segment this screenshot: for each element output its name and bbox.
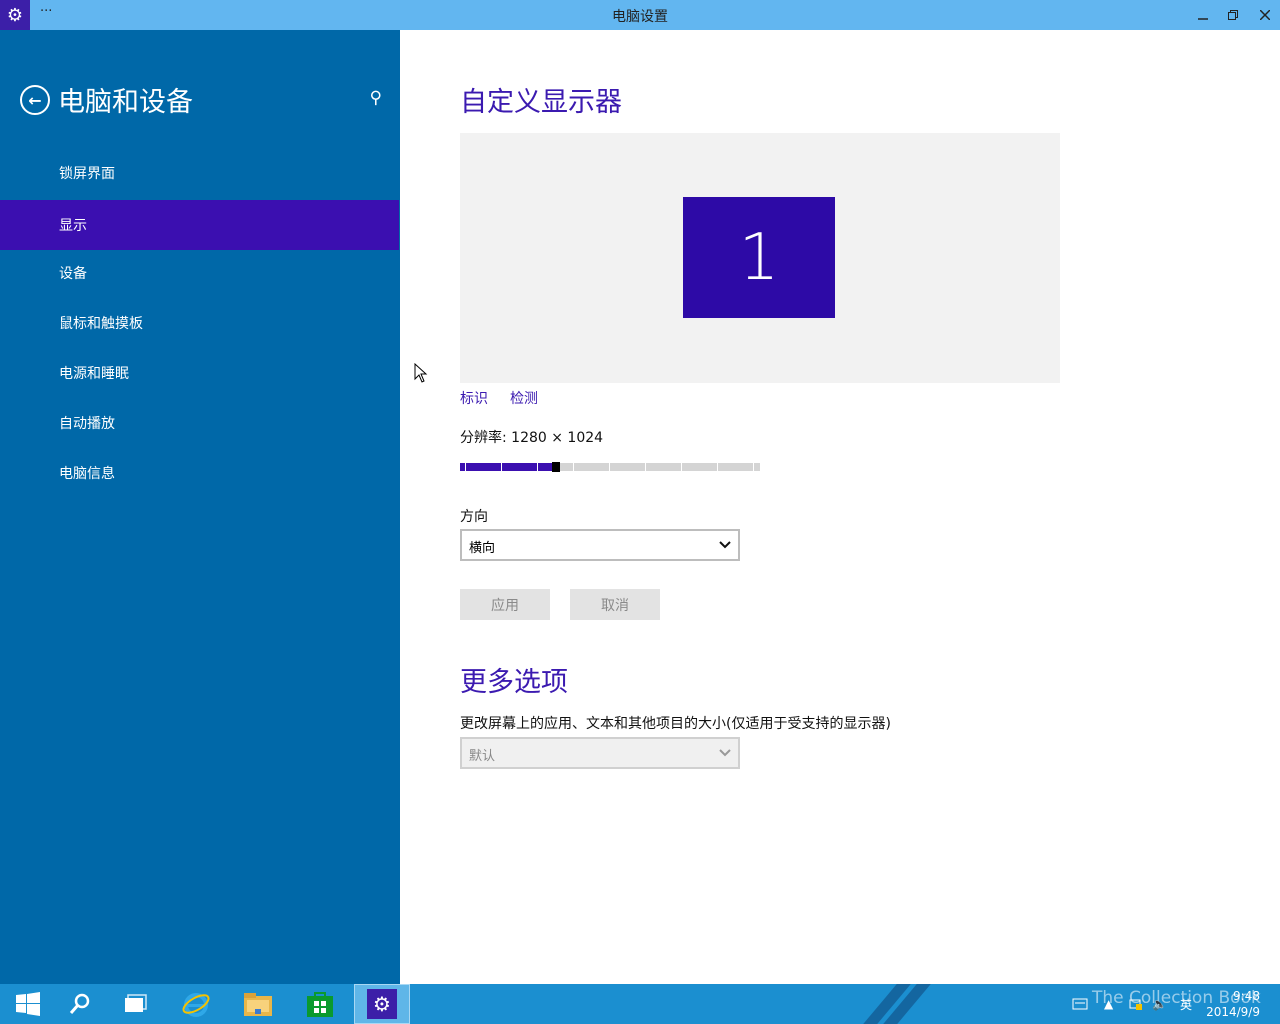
close-button[interactable]	[1250, 0, 1280, 30]
sidebar: ← 电脑和设备 ⚲ 锁屏界面 显示 设备 鼠标和触摸板 电源和睡眠 自动播放 电…	[0, 30, 400, 984]
slider-tick	[717, 463, 718, 471]
sidebar-item-power-sleep[interactable]: 电源和睡眠	[0, 348, 399, 398]
sidebar-item-label: 锁屏界面	[59, 166, 115, 182]
slider-tick	[645, 463, 646, 471]
clock-date: 2014/9/9	[1206, 1005, 1260, 1019]
slider-tick	[537, 463, 538, 471]
search-icon	[69, 993, 90, 1014]
orientation-value: 横向	[469, 541, 496, 556]
back-button[interactable]: ←	[20, 85, 50, 115]
page-title: 自定义显示器	[460, 87, 622, 118]
sidebar-item-label: 自动播放	[59, 416, 115, 432]
show-hidden-icons-icon[interactable]: ▲	[1104, 984, 1113, 1024]
mouse-cursor-icon	[414, 363, 428, 383]
slider-tick	[681, 463, 682, 471]
sidebar-item-display[interactable]: 显示	[0, 200, 399, 250]
identify-link[interactable]: 标识	[460, 388, 488, 408]
sidebar-item-label: 设备	[59, 266, 87, 282]
slider-tick	[465, 463, 466, 471]
taskbar-search-button[interactable]	[52, 984, 108, 1024]
sidebar-item-devices[interactable]: 设备	[0, 248, 399, 298]
apply-button[interactable]: 应用	[460, 589, 550, 620]
slider-fill	[460, 463, 556, 471]
sidebar-item-label: 鼠标和触摸板	[59, 316, 143, 332]
restore-button[interactable]	[1218, 0, 1248, 30]
orientation-label: 方向	[460, 509, 488, 525]
chevron-down-icon	[718, 534, 732, 556]
orientation-dropdown[interactable]: 横向	[460, 529, 740, 561]
sidebar-item-lock-screen[interactable]: 锁屏界面	[0, 148, 399, 198]
scale-description: 更改屏幕上的应用、文本和其他项目的大小(仅适用于受支持的显示器)	[460, 716, 891, 732]
task-view-icon	[125, 994, 147, 1012]
title-bar: ⚙ ··· 电脑设置	[0, 0, 1280, 30]
taskbar: ⚙ The Collection Book ▲ 🔈 英 9:48 2014/9/…	[0, 984, 1280, 1024]
slider-tick	[753, 463, 754, 471]
sidebar-item-label: 电脑信息	[59, 466, 115, 482]
scale-dropdown[interactable]: 默认	[460, 737, 740, 769]
resolution-label: 分辨率: 1280 × 1024	[460, 430, 604, 446]
restore-icon	[1228, 10, 1238, 20]
sidebar-item-mouse-touchpad[interactable]: 鼠标和触摸板	[0, 298, 399, 348]
taskbar-settings[interactable]: ⚙	[354, 984, 410, 1024]
task-view-button[interactable]	[108, 984, 164, 1024]
chevron-down-icon	[718, 742, 732, 764]
search-icon[interactable]: ⚲	[360, 88, 382, 110]
taskbar-ie[interactable]	[168, 984, 224, 1024]
sidebar-item-autoplay[interactable]: 自动播放	[0, 398, 399, 448]
clock-time: 9:48	[1233, 989, 1260, 1003]
back-arrow-icon: ←	[28, 90, 42, 110]
slider-tick	[573, 463, 574, 471]
internet-explorer-icon	[182, 993, 210, 1017]
monitor-tile[interactable]: 1	[683, 197, 835, 318]
windows-logo-icon	[16, 992, 40, 1016]
sidebar-title: 电脑和设备	[58, 87, 193, 118]
taskbar-store[interactable]	[292, 984, 348, 1024]
scale-value: 默认	[469, 749, 496, 764]
close-icon	[1260, 10, 1270, 20]
window-title: 电脑设置	[612, 9, 668, 25]
minimize-button[interactable]	[1188, 0, 1218, 30]
sidebar-item-label: 显示	[59, 218, 87, 234]
taskbar-file-explorer[interactable]	[230, 984, 286, 1024]
main-content: 自定义显示器 1 标识 检测 分辨率: 1280 × 1024 方向 横向 应用…	[400, 30, 1280, 984]
settings-gear-icon: ⚙	[367, 989, 397, 1019]
detect-link[interactable]: 检测	[510, 388, 538, 408]
ime-indicator[interactable]: 英	[1180, 984, 1192, 1024]
network-icon[interactable]	[1128, 984, 1144, 1024]
store-icon	[307, 992, 333, 1017]
clock[interactable]: 9:48 2014/9/9	[1206, 988, 1260, 1020]
volume-icon[interactable]: 🔈	[1152, 984, 1167, 1024]
resolution-slider[interactable]	[460, 462, 760, 472]
start-button[interactable]	[0, 984, 56, 1024]
folder-icon	[244, 993, 272, 1016]
sidebar-item-pc-info[interactable]: 电脑信息	[0, 448, 399, 498]
monitor-number: 1	[738, 220, 780, 295]
slider-tick	[609, 463, 610, 471]
sidebar-item-label: 电源和睡眠	[59, 366, 129, 382]
slider-thumb[interactable]	[552, 462, 560, 472]
minimize-icon	[1198, 18, 1208, 20]
slider-tick	[501, 463, 502, 471]
notification-icon[interactable]	[1072, 984, 1088, 1024]
more-options-title: 更多选项	[460, 667, 568, 698]
monitor-arrangement-area: 1	[460, 133, 1060, 383]
cancel-button[interactable]: 取消	[570, 589, 660, 620]
